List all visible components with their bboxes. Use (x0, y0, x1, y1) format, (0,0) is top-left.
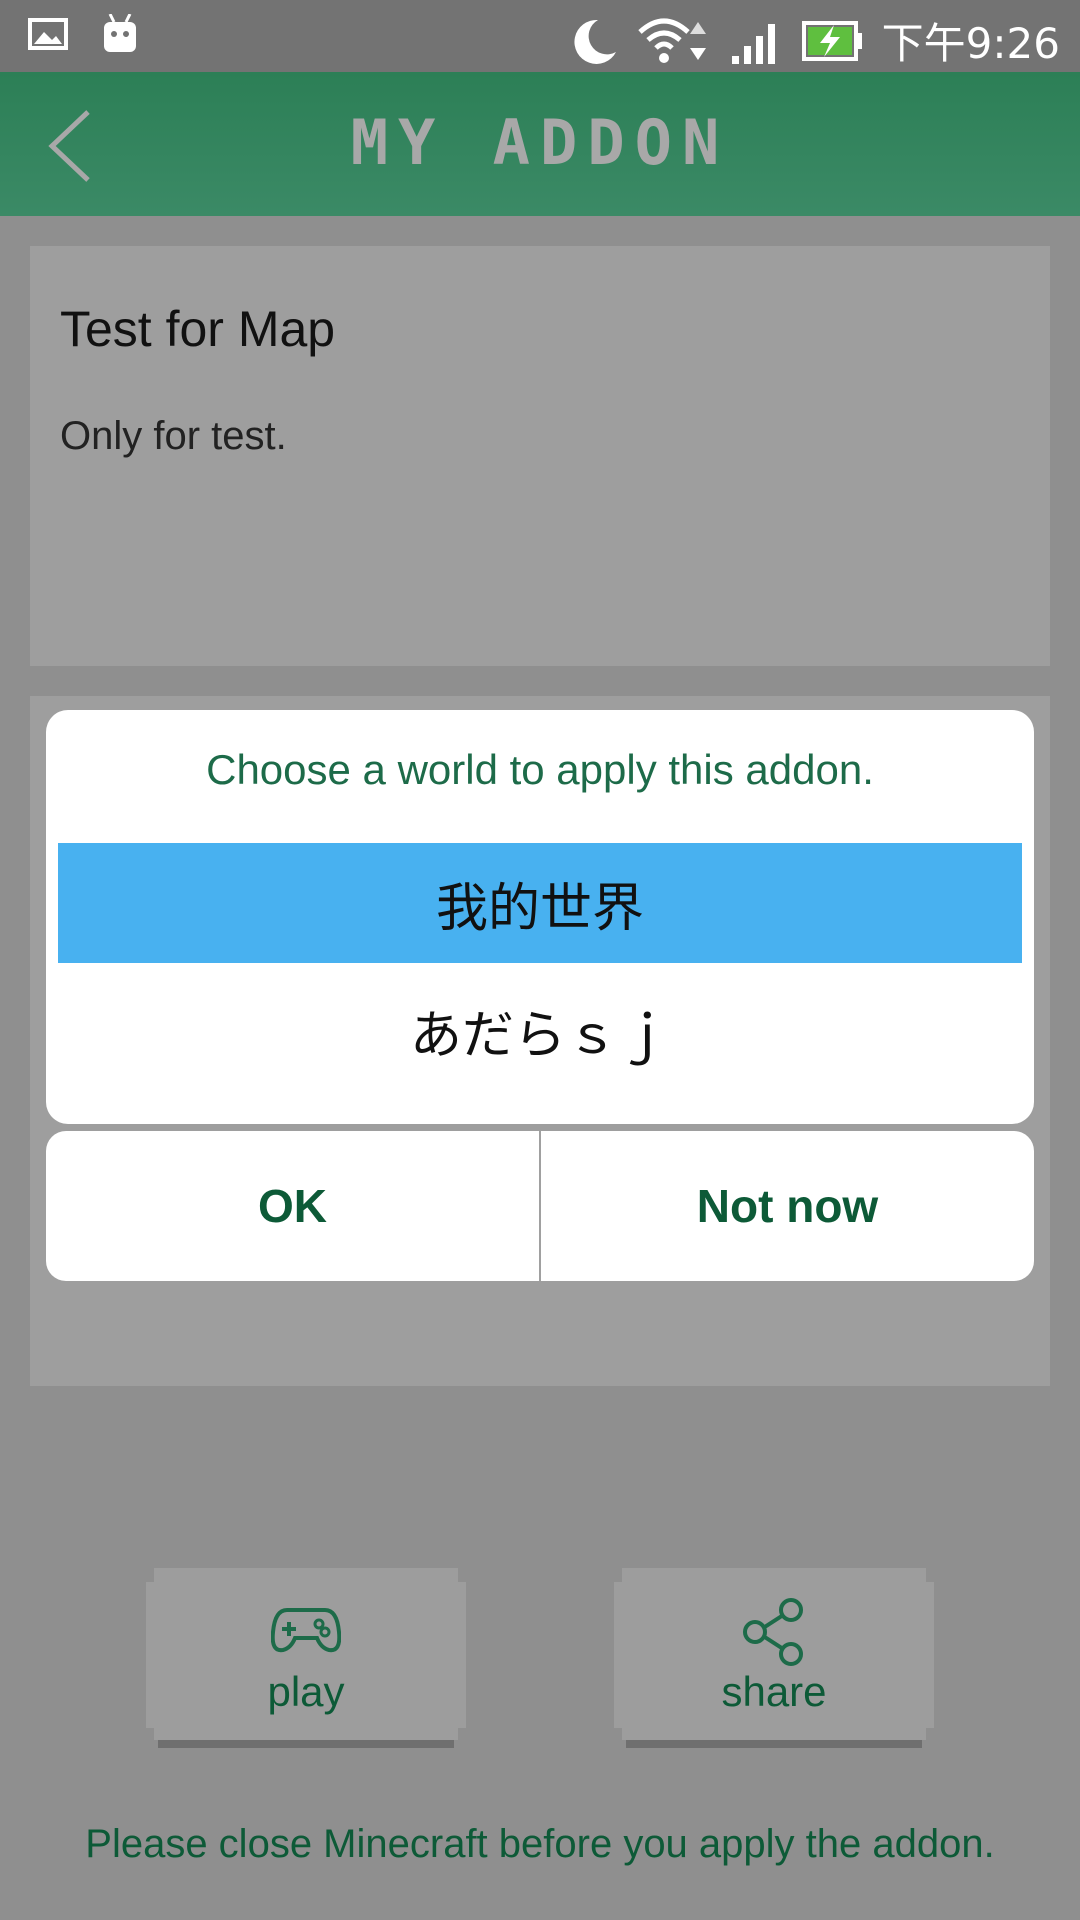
play-label: play (267, 1668, 345, 1715)
addon-description: Only for test. (60, 414, 287, 458)
app-bar: MY ADDON (0, 72, 1080, 216)
world-item-selected[interactable]: 我的世界 (58, 843, 1022, 963)
footer-note: Please close Minecraft before you apply … (85, 1822, 995, 1866)
ok-button[interactable]: OK (46, 1131, 539, 1281)
addon-title: Test for Map (60, 301, 336, 357)
signal-icon (731, 23, 775, 64)
moon-icon (574, 19, 616, 64)
choose-world-dialog: Choose a world to apply this addon. 我的世界… (46, 710, 1034, 1124)
battery-charging-icon (801, 20, 862, 61)
dialog-button-bar: OK Not now (46, 1131, 1034, 1281)
dialog-title: Choose a world to apply this addon. (206, 746, 874, 793)
world-item[interactable]: あだらｓｊ (58, 970, 1022, 1090)
gamepad-icon (271, 1608, 341, 1653)
status-time: 下午9:26 (881, 19, 1060, 68)
not-now-button[interactable]: Not now (541, 1131, 1034, 1281)
status-bar: 下午9:26 (0, 0, 1080, 72)
gallery-icon (28, 18, 68, 50)
share-label: share (721, 1668, 827, 1715)
share-button[interactable]: share (614, 1568, 934, 1748)
play-button[interactable]: play (146, 1568, 466, 1748)
addon-info-card: Test for Map Only for test. (30, 246, 1050, 666)
share-icon (743, 1598, 803, 1666)
wifi-icon (637, 18, 706, 63)
android-icon (104, 14, 136, 52)
page-title: MY ADDON (350, 106, 730, 179)
